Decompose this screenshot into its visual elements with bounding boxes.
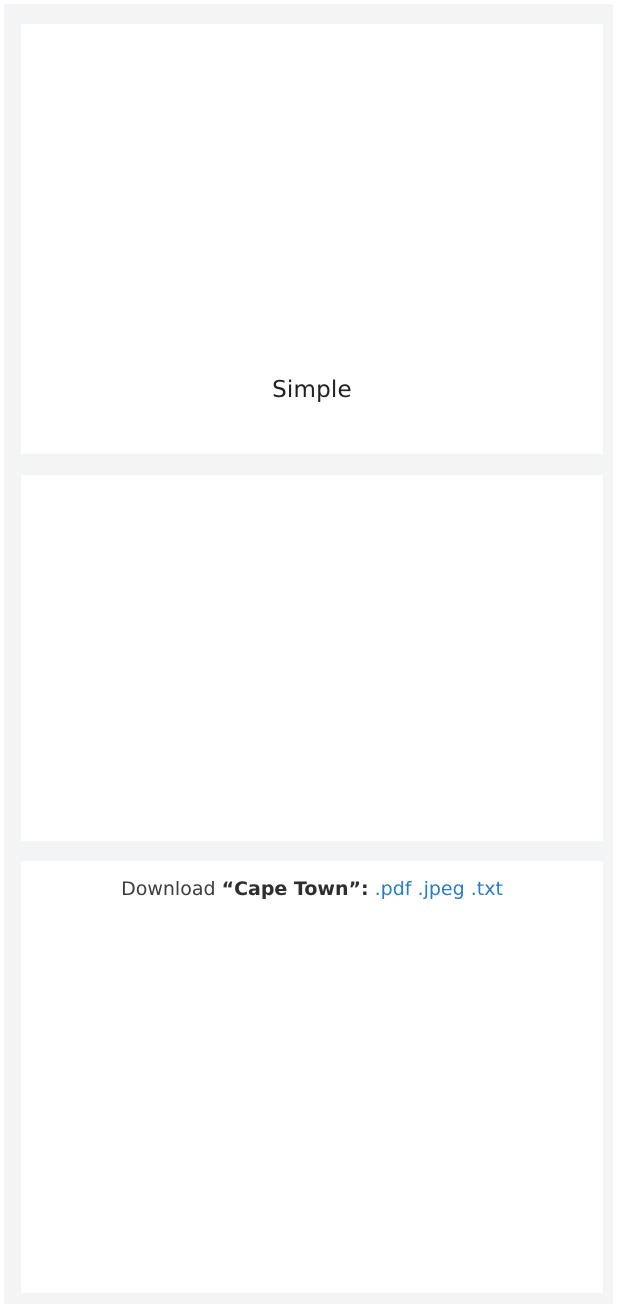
download-prefix: Download xyxy=(121,878,216,900)
preview-card xyxy=(21,475,603,841)
download-card: Download “Cape Town”: .pdf .jpeg .txt xyxy=(21,861,603,1293)
download-jpeg-link[interactable]: .jpeg xyxy=(418,878,465,900)
download-txt-link[interactable]: .txt xyxy=(471,878,503,900)
download-pdf-link[interactable]: .pdf xyxy=(375,878,412,900)
city-name: “Cape Town”: xyxy=(221,878,369,900)
style-preview-card[interactable]: Simple xyxy=(21,24,603,454)
download-line: Download “Cape Town”: .pdf .jpeg .txt xyxy=(21,878,603,900)
style-name-label: Simple xyxy=(272,377,352,403)
